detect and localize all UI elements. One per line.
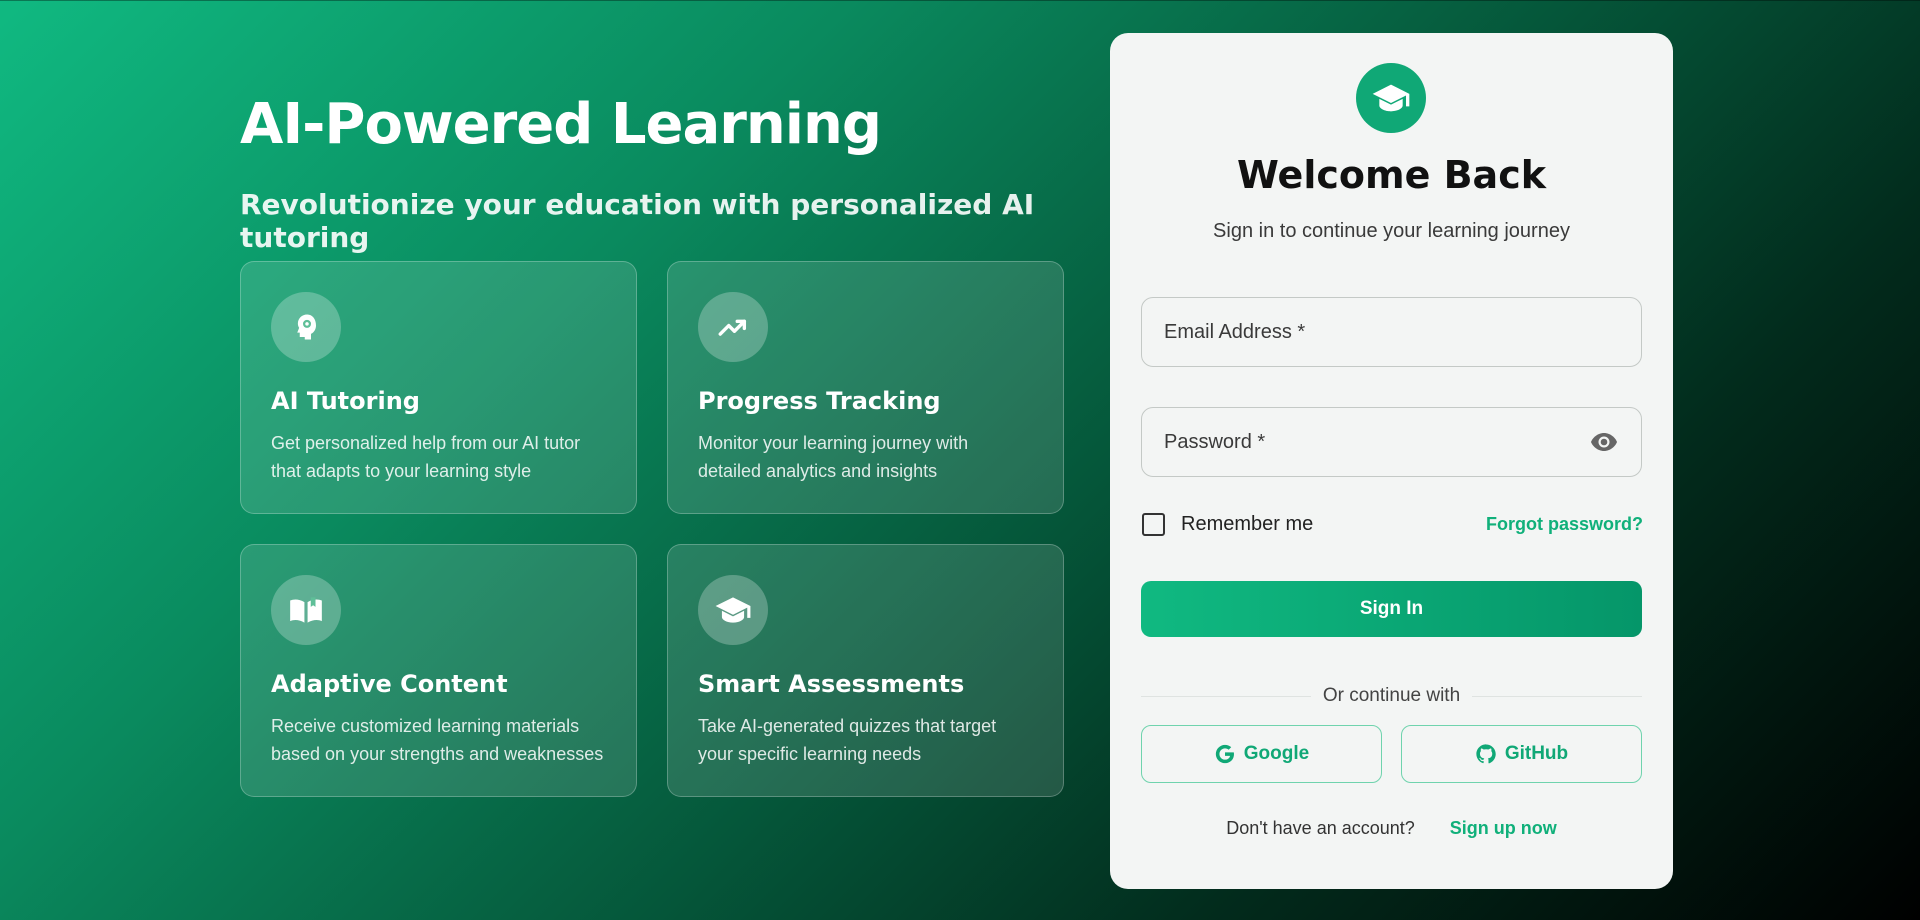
- hero-section: AI-Powered Learning Revolutionize your e…: [240, 90, 1070, 254]
- feature-description: Monitor your learning journey with detai…: [698, 433, 969, 481]
- top-border: [0, 0, 1920, 1]
- remember-label: Remember me: [1181, 513, 1314, 535]
- hero-title: AI-Powered Learning: [240, 92, 882, 157]
- signup-row: Don't have an account? Sign up now: [1110, 818, 1673, 839]
- feature-title: Smart Assessments: [698, 670, 965, 698]
- feature-title: Progress Tracking: [698, 387, 941, 415]
- login-subtitle: Sign in to continue your learning journe…: [1213, 220, 1570, 242]
- forgot-password-link[interactable]: Forgot password?: [1486, 514, 1643, 535]
- eye-icon[interactable]: [1589, 431, 1619, 453]
- feature-description: Receive customized learning materials ba…: [271, 716, 604, 764]
- feature-title: Adaptive Content: [271, 670, 508, 698]
- github-icon: [1476, 744, 1496, 764]
- trending-up-icon: [698, 292, 768, 362]
- feature-title: AI Tutoring: [271, 387, 420, 415]
- divider-line: [1141, 695, 1311, 697]
- feature-grid: AI Tutoring Get personalized help from o…: [240, 261, 1064, 797]
- sign-in-button[interactable]: Sign In: [1141, 581, 1642, 637]
- hero-subtitle: Revolutionize your education with person…: [240, 188, 1035, 254]
- github-button[interactable]: GitHub: [1401, 725, 1642, 783]
- email-field[interactable]: [1141, 297, 1642, 367]
- github-label: GitHub: [1504, 743, 1569, 764]
- divider-text: Or continue with: [1322, 685, 1461, 706]
- password-field[interactable]: [1141, 407, 1642, 477]
- feature-description: Take AI-generated quizzes that target yo…: [698, 716, 997, 764]
- email-input[interactable]: [1164, 320, 1619, 344]
- feature-card-adaptive-content: Adaptive Content Receive customized lear…: [240, 544, 637, 797]
- google-label: Google: [1243, 743, 1310, 764]
- sign-up-link[interactable]: Sign up now: [1450, 818, 1557, 838]
- password-input[interactable]: [1164, 430, 1589, 454]
- brain-gear-icon: [271, 292, 341, 362]
- remember-checkbox[interactable]: [1142, 513, 1165, 536]
- login-title: Welcome Back: [1237, 153, 1546, 197]
- no-account-text: Don't have an account?: [1226, 818, 1415, 838]
- divider: Or continue with: [1141, 681, 1643, 711]
- feature-card-smart-assessments: Smart Assessments Take AI-generated quiz…: [667, 544, 1064, 797]
- feature-card-progress-tracking: Progress Tracking Monitor your learning …: [667, 261, 1064, 514]
- google-icon: [1215, 744, 1234, 764]
- login-card: Welcome Back Sign in to continue your le…: [1110, 33, 1673, 889]
- feature-description: Get personalized help from our AI tutor …: [271, 433, 581, 481]
- graduation-cap-icon: [1356, 63, 1426, 133]
- open-book-icon: [271, 575, 341, 645]
- divider-line: [1472, 695, 1643, 697]
- feature-card-ai-tutoring: AI Tutoring Get personalized help from o…: [240, 261, 637, 514]
- remember-me[interactable]: Remember me: [1142, 513, 1313, 536]
- google-button[interactable]: Google: [1141, 725, 1382, 783]
- graduation-cap-icon: [698, 575, 768, 645]
